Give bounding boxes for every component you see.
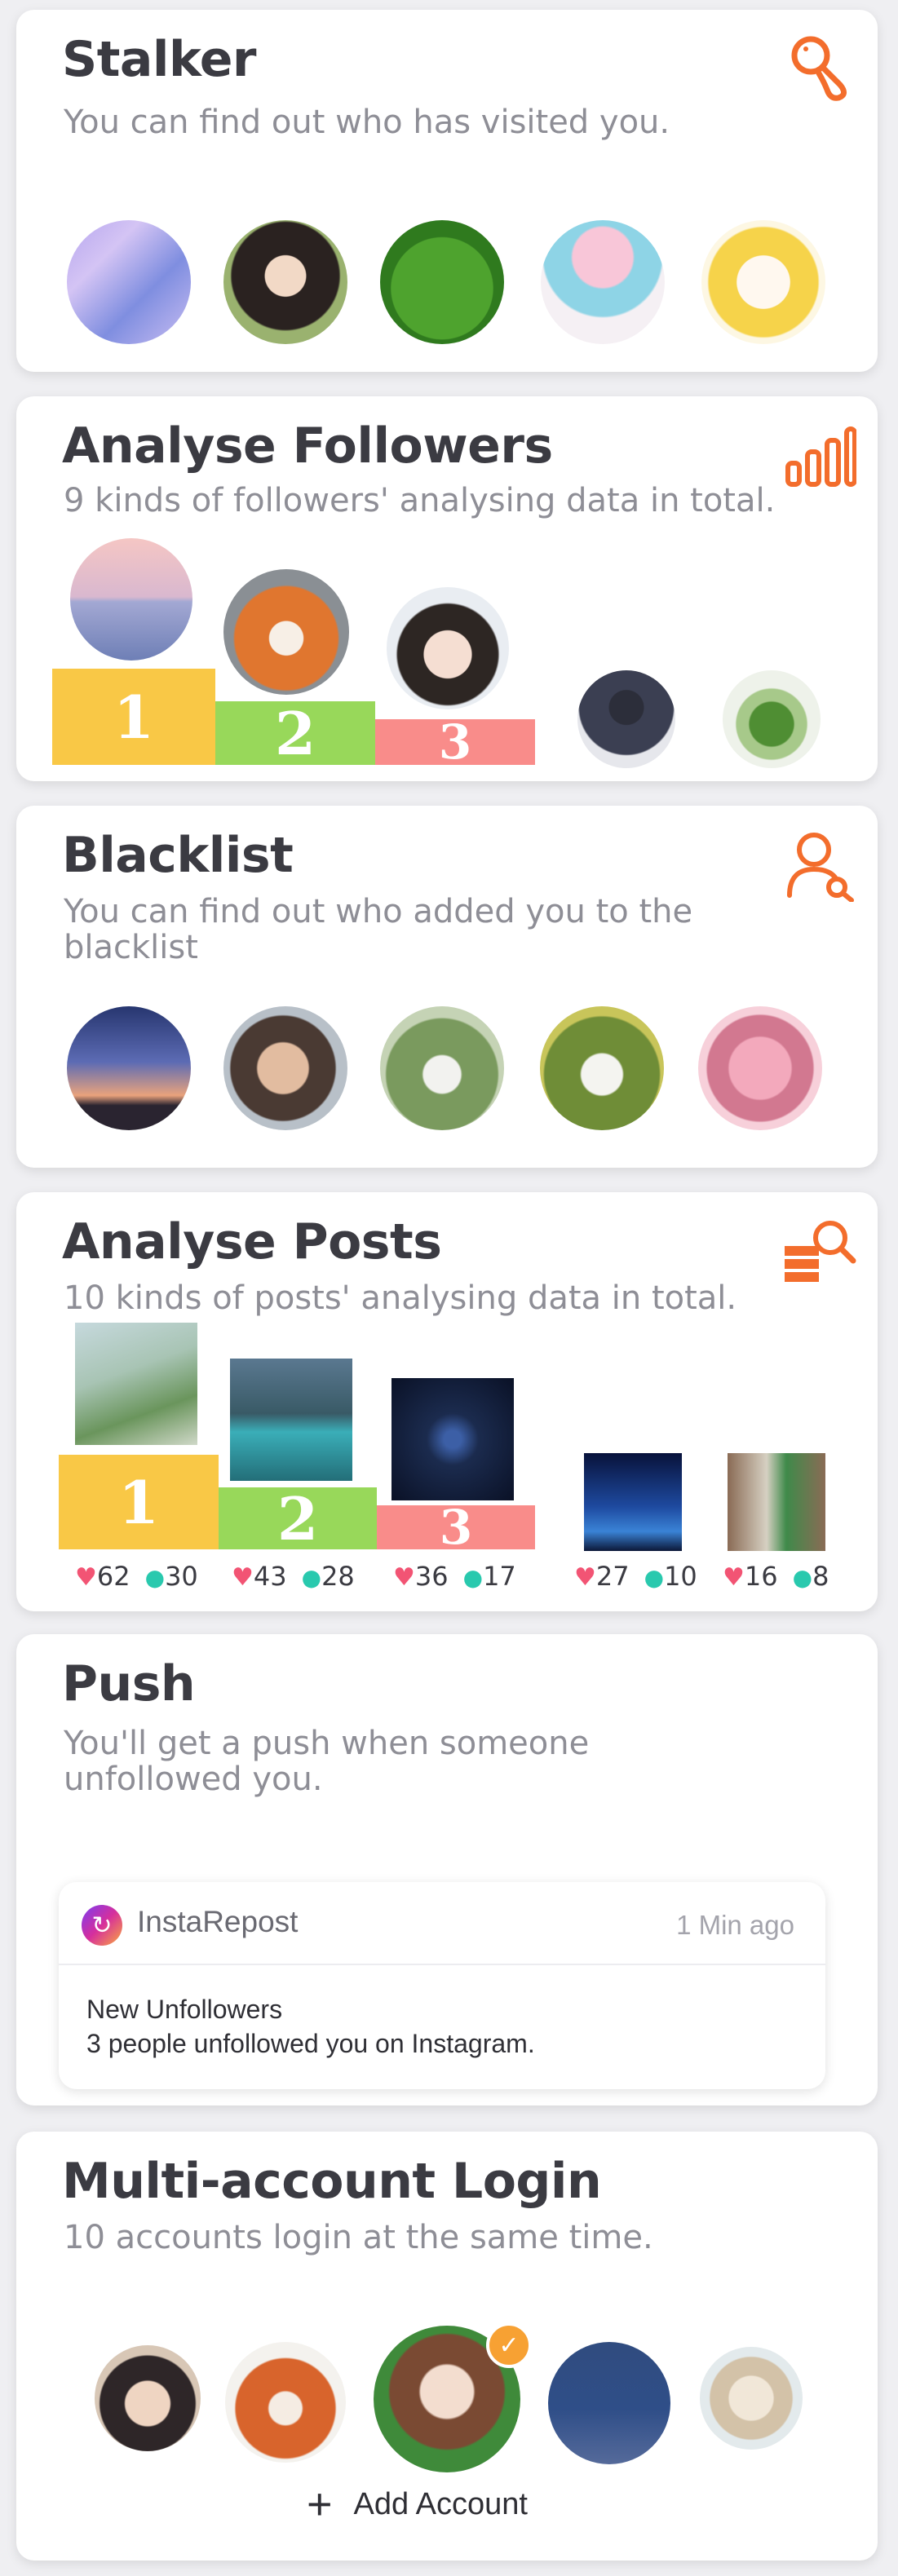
post-thumbnail[interactable] (728, 1453, 825, 1551)
post-stat: ♥27 ●10 (574, 1561, 697, 1592)
likes-count: 27 (595, 1561, 630, 1592)
bar-chart-icon (785, 426, 856, 487)
likes-count: 62 (96, 1561, 130, 1592)
visitor-avatar[interactable] (67, 220, 191, 344)
posts-title: Analyse Posts (62, 1213, 442, 1270)
visitor-avatar[interactable] (701, 220, 825, 344)
account-avatar[interactable] (548, 2342, 670, 2464)
post-stat: ♥62 ●30 (75, 1561, 198, 1592)
post-thumbnail[interactable] (584, 1453, 682, 1551)
likes-count: 16 (744, 1561, 778, 1592)
post-stat: ♥43 ●28 (232, 1561, 355, 1592)
blacklist-avatar[interactable] (380, 1006, 504, 1130)
top-follower-avatar[interactable] (223, 569, 349, 695)
blacklist-avatar[interactable] (540, 1006, 664, 1130)
heart-icon: ♥ (75, 1563, 97, 1592)
post-podium-rank-3: 3 (377, 1500, 535, 1555)
notification-body: 3 people unfollowed you on Instagram. (86, 2029, 535, 2058)
add-account-button[interactable]: + Add Account (307, 2479, 528, 2530)
push-title: Push (62, 1655, 196, 1712)
comment-icon: ● (462, 1564, 484, 1591)
heart-icon: ♥ (723, 1563, 745, 1592)
followers-subtitle: 9 kinds of followers' analysing data in … (64, 482, 776, 519)
blacklist-title: Blacklist (62, 827, 294, 884)
multi-account-subtitle: 10 accounts login at the same time. (64, 2219, 653, 2256)
stack-search-icon (785, 1221, 856, 1282)
stalker-title: Stalker (62, 31, 257, 88)
podium-rank-1: 1 (52, 669, 215, 765)
posts-subtitle: 10 kinds of posts' analysing data in tot… (64, 1279, 737, 1317)
follower-avatar[interactable] (723, 670, 821, 768)
account-avatar[interactable] (95, 2345, 201, 2451)
heart-icon: ♥ (393, 1563, 415, 1592)
visitor-avatar[interactable] (223, 220, 347, 344)
blacklist-subtitle-line1: You can find out who added you to the (64, 893, 693, 930)
selected-check-icon: ✓ (486, 2322, 532, 2368)
top-post-thumbnail[interactable] (391, 1378, 514, 1500)
post-stat: ♥36 ●17 (393, 1561, 516, 1592)
podium-rank-3: 3 (375, 714, 535, 770)
comments-count: 10 (664, 1561, 697, 1592)
visitor-avatar[interactable] (380, 220, 504, 344)
multi-account-title: Multi-account Login (62, 2153, 602, 2210)
comments-count: 8 (812, 1561, 829, 1592)
account-avatar[interactable] (225, 2342, 346, 2463)
comments-count: 30 (165, 1561, 198, 1592)
account-avatar[interactable] (700, 2347, 803, 2450)
blacklist-avatar[interactable] (223, 1006, 347, 1130)
follower-avatar[interactable] (577, 670, 675, 768)
analyse-followers-card[interactable]: Analyse Followers 9 kinds of followers' … (16, 396, 878, 781)
heart-icon: ♥ (232, 1563, 254, 1592)
comment-icon: ● (792, 1564, 813, 1591)
top-post-thumbnail[interactable] (75, 1323, 197, 1445)
blacklist-avatar[interactable] (698, 1006, 822, 1130)
notification-divider (59, 1964, 825, 1965)
push-subtitle-line2: unfollowed you. (64, 1761, 323, 1798)
comments-count: 28 (321, 1561, 355, 1592)
plus-icon: + (307, 2480, 333, 2529)
footprint-search-icon (791, 36, 847, 101)
app-icon (82, 1905, 122, 1946)
followers-title: Analyse Followers (62, 418, 553, 475)
blacklist-card[interactable]: Blacklist You can find out who added you… (16, 806, 878, 1168)
push-subtitle-line1: You'll get a push when someone (64, 1725, 590, 1762)
likes-count: 36 (414, 1561, 449, 1592)
comments-count: 17 (483, 1561, 516, 1592)
likes-count: 43 (253, 1561, 287, 1592)
comment-icon: ● (644, 1564, 665, 1591)
notification-heading: New Unfollowers (86, 1995, 283, 2024)
blacklist-subtitle-line2: blacklist (64, 929, 198, 966)
user-search-icon (787, 833, 854, 902)
notification-time: 1 Min ago (676, 1910, 794, 1940)
visitor-avatar[interactable] (541, 220, 665, 344)
top-follower-avatar[interactable] (70, 538, 192, 661)
podium-rank-2: 2 (215, 699, 375, 768)
add-account-label: Add Account (353, 2487, 528, 2521)
top-follower-avatar[interactable] (387, 587, 509, 709)
stalker-card[interactable]: Stalker You can find out who has visited… (16, 10, 878, 372)
notification-app-name: InstaRepost (137, 1905, 299, 1938)
stalker-subtitle: You can find out who has visited you. (64, 104, 670, 141)
post-podium-rank-2: 2 (219, 1484, 377, 1553)
top-post-thumbnail[interactable] (230, 1359, 352, 1481)
comment-icon: ● (144, 1564, 166, 1591)
post-podium-rank-1: 1 (59, 1455, 219, 1549)
push-notification[interactable]: InstaRepost 1 Min ago New Unfollowers 3 … (59, 1882, 825, 2089)
post-stat: ♥16 ●8 (723, 1561, 829, 1592)
comment-icon: ● (301, 1564, 322, 1591)
blacklist-avatar[interactable] (67, 1006, 191, 1130)
heart-icon: ♥ (574, 1563, 596, 1592)
